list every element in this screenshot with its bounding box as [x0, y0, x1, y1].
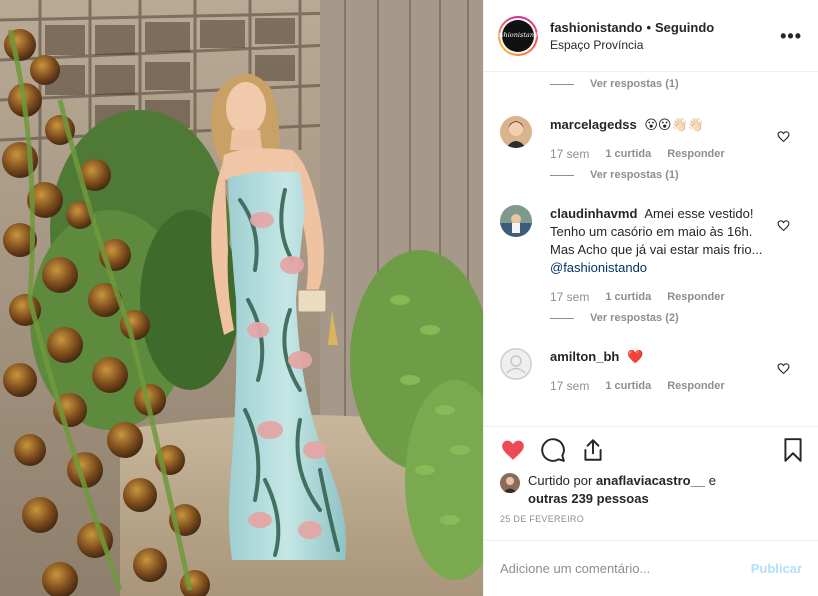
heart-outline-icon[interactable]	[777, 130, 790, 143]
mention-link[interactable]: @fashionistando	[550, 260, 647, 275]
more-horizontal-icon[interactable]: •••	[780, 27, 802, 45]
fashionistando-logo: fashio nista ndo	[494, 19, 542, 52]
post-photo[interactable]	[0, 0, 483, 596]
comment-likes[interactable]: 1 curtida	[605, 148, 651, 160]
comment-likes[interactable]: 1 curtida	[605, 380, 651, 392]
bookmark-icon[interactable]	[780, 437, 806, 463]
heart-outline-icon[interactable]	[777, 362, 790, 375]
publish-button[interactable]: Publicar	[751, 561, 802, 576]
comment-text: ❤️	[626, 349, 644, 364]
post-location[interactable]: Espaço Província	[550, 38, 780, 52]
view-replies-link[interactable]: Ver respostas (2)	[484, 308, 818, 328]
likes-summary: Curtido por anaflaviacastro__ e outras 2…	[484, 472, 818, 508]
reply-button[interactable]: Responder	[667, 380, 724, 392]
reply-button[interactable]: Responder	[667, 291, 724, 303]
post-photo-illustration	[0, 0, 483, 596]
comment-icon[interactable]	[540, 437, 566, 463]
commenter-username[interactable]: amilton_bh	[550, 349, 619, 364]
commenter-avatar[interactable]	[500, 116, 532, 148]
commenter-avatar[interactable]	[500, 348, 532, 380]
commenter-username[interactable]: claudinhavmd	[550, 206, 637, 221]
liked-by-prefix: Curtido por	[528, 473, 593, 488]
post-header: fashio nista ndo fashionistando • Seguin…	[484, 0, 818, 72]
reply-button[interactable]: Responder	[667, 148, 724, 160]
liker-avatar[interactable]	[500, 473, 520, 493]
heart-filled-icon[interactable]	[500, 437, 526, 463]
comment-item: amilton_bh ❤️ 17 sem 1 curtida Responder	[484, 348, 818, 393]
view-replies-link[interactable]: Ver respostas (1)	[484, 165, 818, 185]
view-replies-link[interactable]: Ver respostas (1)	[484, 74, 818, 94]
comments-list[interactable]: Ver respostas (1) marcelagedss 😮😮👋🏻👋�	[484, 72, 818, 426]
commenter-avatar[interactable]	[500, 205, 532, 237]
follow-status-button[interactable]: Seguindo	[655, 20, 714, 35]
comment-text: 😮😮👋🏻👋🏻	[644, 117, 704, 132]
author-username[interactable]: fashionistando	[550, 20, 642, 35]
comment-item: claudinhavmd Amei esse vestido! Tenho um…	[484, 205, 818, 304]
separator-dot: •	[646, 19, 652, 35]
author-avatar[interactable]: fashio nista ndo	[494, 15, 542, 56]
add-comment-bar: Publicar	[484, 540, 818, 596]
post-details-panel: fashio nista ndo fashionistando • Seguin…	[483, 0, 818, 596]
share-icon[interactable]	[580, 437, 606, 463]
heart-outline-icon[interactable]	[777, 219, 790, 232]
instagram-post-window: fashio nista ndo fashionistando • Seguin…	[0, 0, 818, 596]
comment-time[interactable]: 17 sem	[550, 379, 589, 393]
post-date[interactable]: 25 DE FEVEREIRO	[484, 508, 818, 534]
comment-likes[interactable]: 1 curtida	[605, 291, 651, 303]
commenter-username[interactable]: marcelagedss	[550, 117, 637, 132]
comment-input[interactable]	[500, 561, 751, 576]
others-likes-link[interactable]: outras 239 pessoas	[528, 491, 649, 506]
liked-by-conjunction: e	[708, 473, 716, 488]
comment-time[interactable]: 17 sem	[550, 290, 589, 304]
comment-time[interactable]: 17 sem	[550, 147, 589, 161]
comment-item: marcelagedss 😮😮👋🏻👋🏻 17 sem 1 curtida Res…	[484, 116, 818, 161]
liker-username[interactable]: anaflaviacastro__	[596, 473, 705, 488]
post-actions-bar	[484, 426, 818, 472]
